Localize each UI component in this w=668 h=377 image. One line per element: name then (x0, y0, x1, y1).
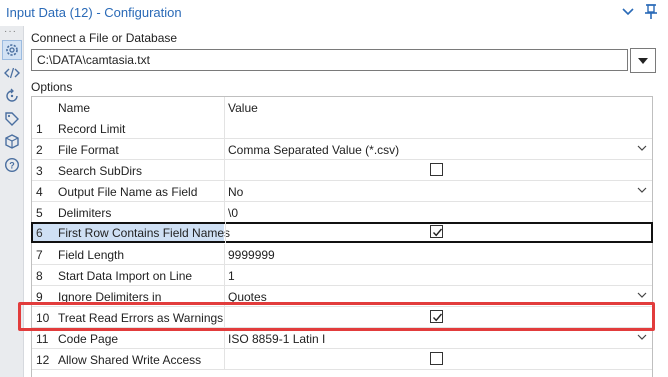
option-name: Field Length (58, 248, 125, 262)
tag-icon[interactable] (2, 109, 22, 129)
chevron-down-icon[interactable] (637, 143, 647, 153)
delimiters-input[interactable]: \0 (228, 206, 238, 220)
refresh-icon[interactable] (2, 86, 22, 106)
row-number: 7 (36, 248, 43, 262)
option-name: Delimiters (58, 206, 112, 220)
cube-icon[interactable] (2, 132, 22, 152)
row-number: 12 (36, 353, 50, 367)
pin-icon[interactable] (643, 3, 659, 20)
column-header-name: Name (58, 101, 91, 115)
row-number: 6 (36, 226, 43, 240)
option-row-output-file-name[interactable]: 4 Output File Name as Field No (32, 181, 652, 202)
option-name: First Row Contains Field Names (58, 226, 231, 240)
column-separator (224, 118, 225, 139)
field-length-input[interactable]: 9999999 (228, 248, 275, 262)
highlight-box (18, 302, 655, 331)
chevron-down-icon[interactable] (637, 290, 647, 300)
connect-label: Connect a File or Database (31, 31, 178, 45)
option-row-code-page[interactable]: 11 Code Page ISO 8859-1 Latin I (32, 328, 652, 349)
row-number: 3 (36, 164, 43, 178)
allow-shared-write-checkbox[interactable] (430, 352, 443, 365)
column-separator (224, 139, 225, 160)
file-dropdown-button[interactable] (630, 48, 656, 73)
option-row-file-format[interactable]: 2 File Format Comma Separated Value (*.c… (32, 139, 652, 160)
chevron-down-icon[interactable] (621, 4, 635, 18)
column-separator (224, 328, 225, 349)
gear-icon[interactable] (2, 40, 22, 60)
row-number: 4 (36, 185, 43, 199)
file-path-input[interactable]: C:\DATA\camtasia.txt (31, 49, 628, 71)
option-row-allow-shared-write[interactable]: 12 Allow Shared Write Access (32, 349, 652, 370)
option-row-delimiters[interactable]: 5 Delimiters \0 (32, 202, 652, 223)
option-name: Code Page (58, 332, 119, 346)
column-separator (225, 222, 226, 243)
option-name: Allow Shared Write Access (58, 353, 202, 367)
option-row-start-import-line[interactable]: 8 Start Data Import on Line 1 (32, 265, 652, 286)
row-number: 5 (36, 206, 43, 220)
chevron-down-icon[interactable] (637, 332, 647, 342)
option-name: File Format (58, 143, 119, 157)
column-separator (224, 160, 225, 181)
file-format-select[interactable]: Comma Separated Value (*.csv) (228, 143, 399, 157)
title-bar: Input Data (12) - Configuration (0, 0, 668, 26)
caret-down-icon (638, 57, 648, 64)
column-separator (224, 181, 225, 202)
row-number: 11 (36, 332, 49, 346)
option-name: Search SubDirs (58, 164, 143, 178)
more-dots-icon: ··· (4, 26, 17, 37)
search-subdirs-checkbox[interactable] (430, 163, 443, 176)
option-name: Output File Name as Field (58, 185, 198, 199)
column-header-value: Value (228, 101, 258, 115)
output-file-name-select[interactable]: No (228, 185, 243, 199)
option-row-first-row-field-names[interactable]: 6 First Row Contains Field Names (31, 222, 653, 243)
options-label: Options (31, 80, 73, 94)
code-page-select[interactable]: ISO 8859-1 Latin I (228, 332, 325, 346)
option-row-record-limit[interactable]: 1 Record Limit (32, 118, 652, 139)
option-row-search-subdirs[interactable]: 3 Search SubDirs (32, 160, 652, 181)
row-number: 8 (36, 269, 43, 283)
row-number: 2 (36, 143, 43, 157)
chevron-down-icon[interactable] (637, 185, 647, 195)
column-separator (224, 244, 225, 265)
window-title: Input Data (12) - Configuration (6, 5, 182, 20)
help-icon[interactable]: ? (2, 155, 22, 175)
svg-text:?: ? (9, 161, 15, 171)
option-name: Start Data Import on Line (58, 269, 193, 283)
column-separator (224, 202, 225, 223)
column-separator (224, 97, 225, 118)
column-separator (224, 349, 225, 370)
row-number: 1 (36, 122, 43, 136)
option-name: Record Limit (58, 122, 126, 136)
code-icon[interactable] (2, 63, 22, 83)
first-row-field-names-checkbox[interactable] (430, 225, 443, 238)
check-icon (432, 228, 443, 237)
option-row-field-length[interactable]: 7 Field Length 9999999 (32, 244, 652, 265)
options-header-row: Name Value (32, 97, 652, 118)
column-separator (224, 265, 225, 286)
start-import-line-input[interactable]: 1 (228, 269, 235, 283)
